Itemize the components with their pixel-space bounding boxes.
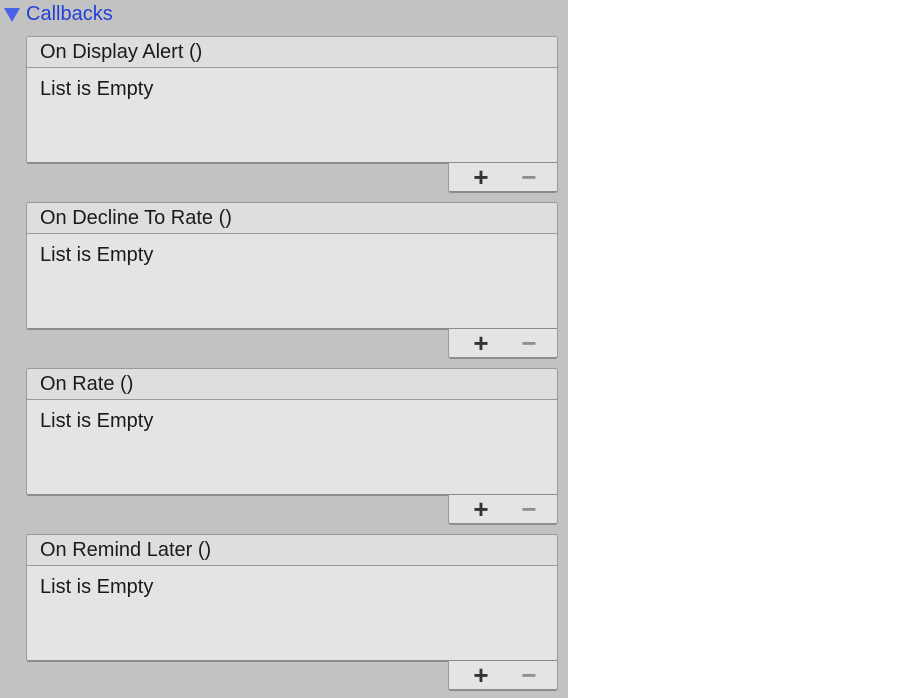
remove-button[interactable]: − [511,495,547,523]
event-on-remind-later: On Remind Later () List is Empty + − [26,534,560,694]
list-footer: + − [448,661,558,691]
event-name: On Rate () [40,373,134,395]
add-button[interactable]: + [463,329,499,357]
event-list-body: List is Empty [26,68,558,164]
remove-button[interactable]: − [511,329,547,357]
list-footer: + − [448,329,558,359]
empty-list-label: List is Empty [40,244,154,266]
remove-button[interactable]: − [511,661,547,689]
list-footer: + − [448,163,558,193]
event-name: On Display Alert () [40,41,203,63]
event-header: On Decline To Rate () [26,202,558,234]
empty-list-label: List is Empty [40,78,154,100]
event-header: On Rate () [26,368,558,400]
event-name: On Decline To Rate () [40,207,232,229]
event-list-body: List is Empty [26,566,558,662]
event-list-body: List is Empty [26,234,558,330]
inspector-panel: Callbacks On Display Alert () List is Em… [0,0,568,698]
empty-list-label: List is Empty [40,576,154,598]
empty-list-label: List is Empty [40,410,154,432]
event-on-display-alert: On Display Alert () List is Empty + − [26,36,560,196]
callbacks-foldout-label[interactable]: Callbacks [26,2,113,26]
event-header: On Display Alert () [26,36,558,68]
event-name: On Remind Later () [40,539,212,561]
callbacks-foldout[interactable]: Callbacks [4,2,113,26]
event-on-decline-to-rate: On Decline To Rate () List is Empty + − [26,202,560,362]
add-button[interactable]: + [463,495,499,523]
remove-button[interactable]: − [511,163,547,191]
foldout-arrow-icon[interactable] [4,7,20,22]
add-button[interactable]: + [463,661,499,689]
add-button[interactable]: + [463,163,499,191]
event-header: On Remind Later () [26,534,558,566]
event-list-body: List is Empty [26,400,558,496]
list-footer: + − [448,495,558,525]
event-on-rate: On Rate () List is Empty + − [26,368,560,528]
